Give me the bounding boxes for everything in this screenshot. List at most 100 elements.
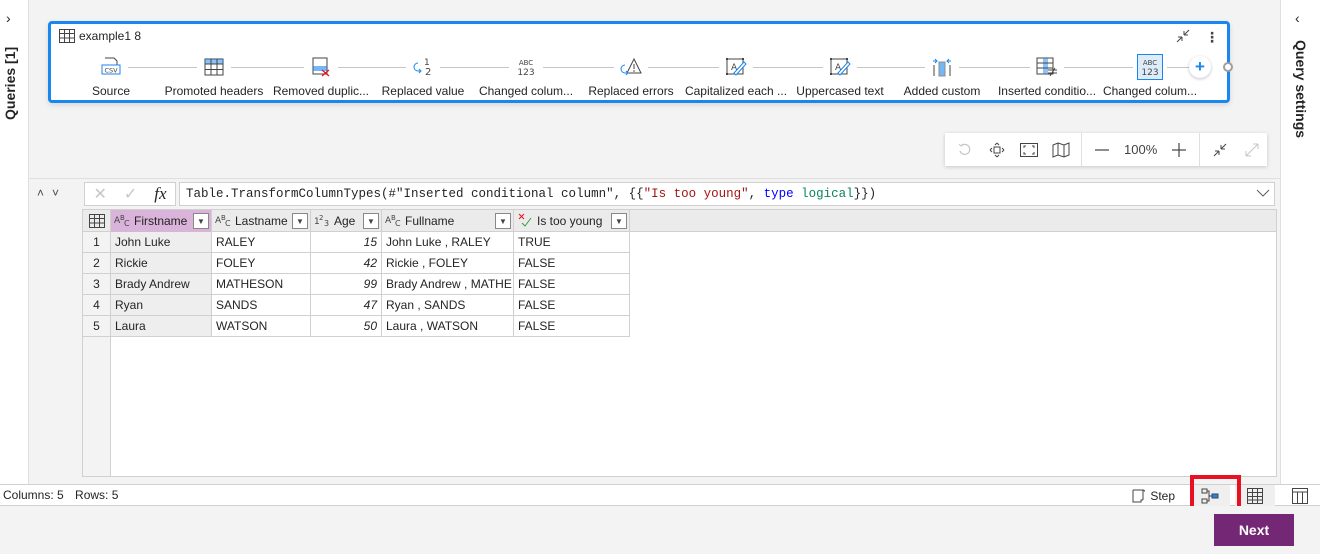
pan-icon[interactable] xyxy=(981,133,1013,166)
applied-steps: CSV Source Promoted headers Removed duplic.… xyxy=(51,54,1233,99)
fx-icon[interactable]: fx xyxy=(154,184,166,204)
step-label: Inserted conditio... xyxy=(997,84,1097,98)
table-cell[interactable]: FALSE xyxy=(514,295,630,316)
column-header-firstname[interactable]: A B C Firstname ▼ xyxy=(111,210,212,232)
step-3[interactable]: Removed duplic... xyxy=(268,54,374,98)
zoom-out-icon[interactable] xyxy=(1086,133,1118,166)
table-cell[interactable]: RALEY xyxy=(212,232,311,253)
replace-value-icon: 12 xyxy=(406,54,440,80)
table-cell[interactable]: FALSE xyxy=(514,253,630,274)
step-8[interactable]: A Uppercased text xyxy=(787,54,893,98)
commit-formula-icon[interactable]: ✓ xyxy=(124,184,137,204)
step-11[interactable]: ABC 123 Changed colum... xyxy=(1097,54,1203,98)
formula-input[interactable]: Table.TransformColumnTypes(#"Inserted co… xyxy=(179,182,1275,206)
svg-text:123: 123 xyxy=(517,68,534,77)
filter-dropdown-icon[interactable]: ▼ xyxy=(363,213,379,229)
filter-dropdown-icon[interactable]: ▼ xyxy=(611,213,627,229)
zoom-in-icon[interactable] xyxy=(1163,133,1195,166)
table-header-icon xyxy=(197,54,231,80)
power-query-editor: › Queries [1] example1 8 ⋮ CSV Source Prom… xyxy=(0,0,1320,554)
table-cell[interactable]: 42 xyxy=(311,253,382,274)
collapse-icon[interactable] xyxy=(1175,28,1191,47)
table-cell[interactable]: John Luke , RALEY xyxy=(382,232,514,253)
queries-pane-collapsed[interactable]: › Queries [1] xyxy=(0,0,29,484)
column-header-fullname[interactable]: A B C Fullname ▼ xyxy=(382,210,514,232)
table-cell[interactable]: Brady Andrew xyxy=(111,274,212,295)
table-cell[interactable]: SANDS xyxy=(212,295,311,316)
filter-dropdown-icon[interactable]: ▼ xyxy=(193,213,209,229)
table-cell[interactable]: FALSE xyxy=(514,274,630,295)
step-4[interactable]: 1 2 Replaced value xyxy=(370,54,476,98)
zoom-level: 100% xyxy=(1124,142,1158,157)
row-number: 2 xyxy=(83,253,111,274)
table-cell[interactable]: MATHESON xyxy=(212,274,311,295)
table-cell[interactable]: 47 xyxy=(311,295,382,316)
table-cell[interactable]: Rickie , FOLEY xyxy=(382,253,514,274)
filter-dropdown-icon[interactable]: ▼ xyxy=(292,213,308,229)
schema-view-button[interactable] xyxy=(1280,485,1320,507)
undo-icon[interactable] xyxy=(949,133,981,166)
text-type-icon[interactable]: ABC xyxy=(215,213,233,230)
chevron-up-icon[interactable]: ˄ xyxy=(37,186,44,200)
filter-dropdown-icon[interactable]: ▼ xyxy=(495,213,511,229)
step-10[interactable]: Inserted conditio... xyxy=(994,54,1100,98)
number-type-icon[interactable]: 123 xyxy=(314,213,332,230)
step-button[interactable]: Step xyxy=(1120,488,1185,504)
cancel-formula-icon[interactable]: ✕ xyxy=(93,184,106,204)
more-options-icon[interactable]: ⋮ xyxy=(1205,29,1219,46)
table-cell[interactable]: TRUE xyxy=(514,232,630,253)
query-card[interactable]: example1 8 ⋮ CSV Source Promoted headers Re… xyxy=(48,21,1233,103)
table-cell[interactable]: Ryan , SANDS xyxy=(382,295,514,316)
step-2[interactable]: Promoted headers xyxy=(161,54,267,98)
table-cell[interactable]: FOLEY xyxy=(212,253,311,274)
diagram-view-icon xyxy=(1201,488,1219,504)
expand-formula-icon[interactable] xyxy=(1256,186,1270,200)
table-cell[interactable]: 15 xyxy=(311,232,382,253)
table-cell[interactable]: Rickie xyxy=(111,253,212,274)
table-cell[interactable]: 99 xyxy=(311,274,382,295)
row-count: Rows: 5 xyxy=(75,488,119,502)
table-row: 5 Laura WATSON 50 Laura , WATSON FALSE xyxy=(83,316,630,337)
column-header-age[interactable]: 1 2 3 Age ▼ xyxy=(311,210,382,232)
table-cell[interactable]: Brady Andrew , MATHE... xyxy=(382,274,514,295)
table-menu-icon[interactable] xyxy=(83,210,111,232)
map-icon[interactable] xyxy=(1045,133,1077,166)
fit-to-screen-icon[interactable] xyxy=(1013,133,1045,166)
table-cell[interactable]: WATSON xyxy=(212,316,311,337)
zoom-toolbar: 100% xyxy=(945,133,1267,166)
query-settings-pane-collapsed[interactable]: ‹ Query settings xyxy=(1280,0,1320,484)
logical-type-icon[interactable] xyxy=(517,213,535,230)
queries-pane-label[interactable]: Queries [1] xyxy=(2,40,18,120)
table-view-button[interactable] xyxy=(1235,485,1275,507)
expand-all-icon[interactable] xyxy=(1236,133,1268,166)
table-cell[interactable]: 50 xyxy=(311,316,382,337)
step-7[interactable]: A Capitalized each ... xyxy=(683,54,789,98)
table-cell[interactable]: Ryan xyxy=(111,295,212,316)
data-grid-area: A B C Firstname ▼ A B C Lastname ▼ 1 2 3 Age ▼ A B C Fulln… xyxy=(29,208,1280,484)
table-cell[interactable]: Laura xyxy=(111,316,212,337)
status-bar: Columns: 5 Rows: 5 Step xyxy=(0,484,1320,507)
step-9[interactable]: Added custom xyxy=(889,54,995,98)
column-header-lastname[interactable]: A B C Lastname ▼ xyxy=(212,210,311,232)
step-1[interactable]: CSV Source xyxy=(58,54,164,98)
collapse-all-icon[interactable] xyxy=(1204,133,1236,166)
text-type-icon[interactable]: ABC xyxy=(114,213,132,230)
csv-file-icon: CSV xyxy=(94,54,128,80)
query-settings-label[interactable]: Query settings xyxy=(1293,40,1309,138)
step-6[interactable]: Replaced errors xyxy=(578,54,684,98)
table-cell[interactable]: FALSE xyxy=(514,316,630,337)
chevron-left-icon[interactable]: ‹ xyxy=(1295,10,1300,26)
table-cell[interactable]: Laura , WATSON xyxy=(382,316,514,337)
chevron-down-icon[interactable]: ˅ xyxy=(52,186,59,200)
step-5[interactable]: ABC 123 Changed colum... xyxy=(473,54,579,98)
row-number: 4 xyxy=(83,295,111,316)
chevron-right-icon[interactable]: › xyxy=(6,10,11,26)
next-button[interactable]: Next xyxy=(1214,514,1294,546)
table-cell[interactable]: John Luke xyxy=(111,232,212,253)
add-step-button[interactable]: + xyxy=(1189,56,1211,78)
text-type-icon[interactable]: ABC xyxy=(385,213,403,230)
table-row: 1 John Luke RALEY 15 John Luke , RALEY TRUE xyxy=(83,232,630,253)
diagram-view-button[interactable] xyxy=(1190,485,1230,507)
column-header-is-too-young[interactable]: Is too young ▼ xyxy=(514,210,630,232)
row-number: 1 xyxy=(83,232,111,253)
